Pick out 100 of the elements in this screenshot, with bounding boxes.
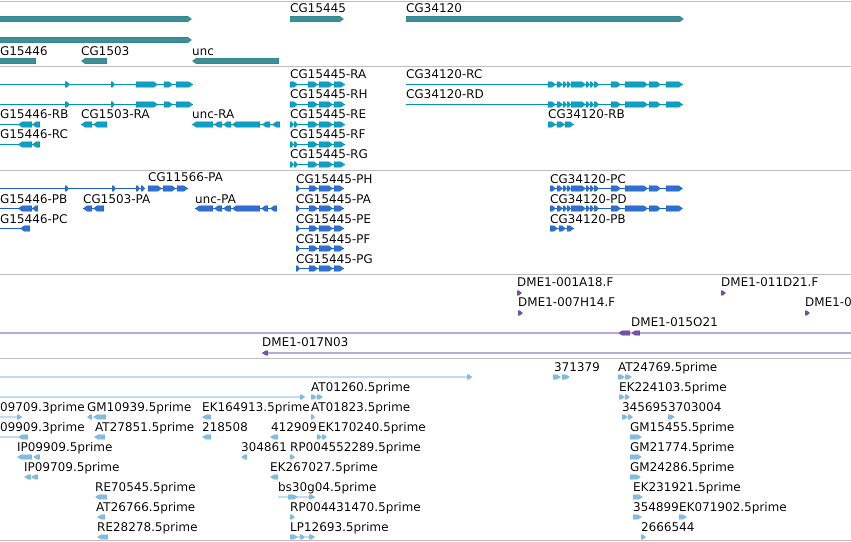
feature-glyph[interactable]	[517, 290, 522, 296]
feature-label: DME1-017N03	[262, 336, 348, 348]
transcript-glyph[interactable]	[290, 82, 345, 88]
feature-label: CG15445	[290, 2, 346, 14]
transcript-glyph[interactable]	[406, 82, 683, 88]
feature-label: CG34120-RB	[548, 108, 625, 120]
transcript-glyph[interactable]	[550, 226, 574, 232]
feature-label: CG34120-RC	[406, 68, 482, 80]
transcript-glyph[interactable]	[296, 206, 344, 212]
feature-glyph[interactable]	[721, 290, 726, 296]
transcript-glyph[interactable]	[296, 266, 344, 272]
feature-label: unc	[192, 45, 214, 57]
feature-label: CG15445-PA	[296, 193, 371, 205]
feature-label: 345695	[622, 401, 668, 413]
feature-label: CG15445-PF	[296, 233, 370, 245]
feature-label: CG34120-PC	[550, 173, 626, 185]
feature-label: bs30g04.5prime	[278, 481, 376, 493]
transcript-glyph[interactable]	[296, 186, 344, 192]
feature-label: CG15445-PG	[296, 253, 373, 265]
feature-label: AT01260.5prime	[311, 381, 410, 393]
feature-label: RE70545.5prime	[95, 481, 196, 493]
feature-label: G15446-RB	[0, 108, 68, 120]
feature-label: AT27851.5prime	[95, 421, 194, 433]
transcript-glyph[interactable]	[290, 122, 345, 128]
feature-label: 3703004	[668, 401, 722, 413]
feature-label: 2666544	[641, 521, 694, 533]
feature-label: 09709.3prime	[0, 401, 85, 413]
feature-label: DME1-007H14.F	[518, 296, 616, 308]
feature-label: CG34120	[406, 2, 462, 14]
feature-label: unc-PA	[195, 193, 236, 205]
transcript-glyph[interactable]	[0, 206, 38, 212]
transcript-glyph[interactable]	[0, 102, 193, 108]
feature-glyph[interactable]	[518, 310, 523, 316]
feature-label: CG1503	[81, 45, 130, 57]
feature-label: EK224103.5prime	[619, 381, 727, 393]
transcript-glyph[interactable]	[0, 330, 851, 336]
feature-label: CG11566-PA	[148, 171, 223, 183]
transcript-glyph[interactable]	[290, 102, 345, 108]
transcript-glyph[interactable]	[550, 206, 683, 212]
transcript-glyph[interactable]	[290, 142, 345, 148]
feature-label: G15446-PC	[0, 213, 68, 225]
gene-glyph[interactable]	[192, 58, 279, 64]
feature-label: AT01823.5prime	[311, 401, 410, 413]
feature-label: CG15445-RG	[290, 148, 368, 160]
feature-label: CG34120-RD	[406, 88, 484, 100]
feature-label: GM10939.5prime	[87, 401, 192, 413]
transcript-glyph[interactable]	[406, 102, 683, 108]
gene-glyph[interactable]	[290, 16, 344, 22]
transcript-glyph[interactable]	[192, 122, 280, 128]
feature-label: 09909.3prime	[0, 421, 85, 433]
feature-label: CG15445-RF	[290, 128, 366, 140]
transcript-glyph[interactable]	[0, 122, 40, 128]
transcript-glyph[interactable]	[296, 226, 344, 232]
feature-label: 412909	[271, 421, 317, 433]
feature-label: CG15445-PH	[296, 173, 372, 185]
feature-label: CG34120-PB	[550, 213, 626, 225]
feature-label: DME1-011D21.F	[721, 276, 818, 288]
feature-label: GM15455.5prime	[630, 421, 734, 433]
transcript-glyph[interactable]	[195, 206, 277, 212]
feature-label: 304861	[241, 441, 287, 453]
feature-label: CG15445-RH	[290, 88, 368, 100]
transcript-glyph[interactable]	[0, 142, 40, 148]
feature-glyph[interactable]	[805, 310, 810, 316]
feature-label: DME1-0	[805, 296, 851, 308]
transcript-glyph[interactable]	[148, 186, 188, 192]
transcript-glyph[interactable]	[0, 226, 30, 232]
feature-label: EK267027.5prime	[270, 461, 378, 473]
feature-label: unc-RA	[192, 108, 234, 120]
feature-label: GM24286.5prime	[630, 461, 734, 473]
feature-label: RP004431470.5prime	[290, 501, 421, 513]
feature-label: RP004552289.5prime	[290, 441, 421, 453]
transcript-glyph[interactable]	[83, 206, 104, 212]
feature-label: 354899	[633, 501, 679, 513]
feature-label: CG15445-RA	[290, 68, 366, 80]
feature-label: 371379	[554, 361, 600, 373]
transcript-glyph[interactable]	[81, 122, 107, 128]
feature-label: EK231921.5prime	[633, 481, 741, 493]
transcript-glyph[interactable]	[296, 246, 344, 252]
feature-label: GM21774.5prime	[630, 441, 734, 453]
transcript-glyph[interactable]	[262, 350, 851, 356]
transcript-glyph[interactable]	[548, 122, 574, 128]
feature-label: G15446	[0, 45, 48, 57]
feature-label: AT26766.5prime	[96, 501, 196, 513]
feature-label: IP09709.5prime	[24, 461, 120, 473]
feature-label: IP09909.5prime	[17, 441, 112, 453]
feature-label: RE28278.5prime	[97, 521, 198, 533]
transcript-glyph[interactable]	[550, 186, 683, 192]
feature-label: CG15445-RE	[290, 108, 366, 120]
feature-label: AT24769.5prime	[618, 361, 718, 373]
gene-glyph[interactable]	[81, 58, 107, 64]
transcript-glyph[interactable]	[0, 186, 145, 192]
transcript-glyph[interactable]	[0, 82, 193, 88]
feature-label: EK164913.5prime	[202, 401, 310, 413]
feature-label: CG15445-PE	[296, 213, 371, 225]
feature-label: G15446-RC	[0, 128, 68, 140]
feature-label: DME1-015O21	[631, 316, 718, 328]
feature-label: EK170240.5prime	[318, 421, 426, 433]
transcript-glyph[interactable]	[290, 162, 345, 168]
feature-label: EK071902.5prime	[679, 501, 787, 513]
feature-label: DME1-001A18.F	[517, 276, 614, 288]
